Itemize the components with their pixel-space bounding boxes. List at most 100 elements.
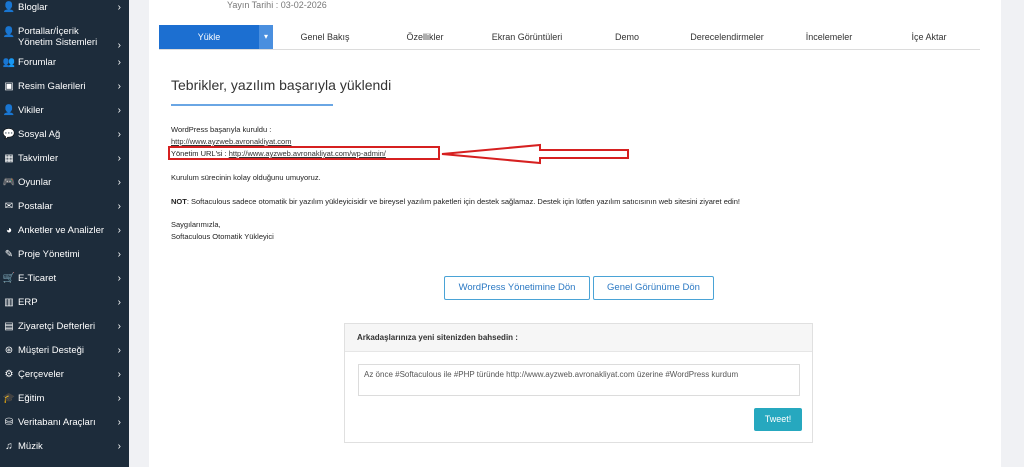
life-ring-icon: ⊛ — [4, 344, 14, 356]
tweet-button[interactable]: Tweet! — [754, 408, 802, 431]
envelope-icon: ✉ — [4, 200, 14, 212]
tab-genel-bakis[interactable]: Genel Bakış — [277, 25, 373, 49]
sidebar-item-sosyal-ag[interactable]: 💬 Sosyal Ağ › — [0, 122, 129, 146]
chevron-right-icon: › — [117, 368, 121, 380]
sidebar-item-muzik[interactable]: ♫ Müzik › — [0, 434, 129, 458]
site-url-link[interactable]: http://www.ayzweb.avronakliyat.com — [171, 137, 291, 146]
sidebar-item-label: Takvimler — [18, 152, 59, 164]
sidebar-item-label: Eğitim — [18, 392, 45, 404]
tab-ekran-goruntuleri[interactable]: Ekran Görüntüleri — [475, 25, 579, 49]
shopping-cart-icon: 🛒 — [2, 272, 16, 284]
sidebar-item-e-ticaret[interactable]: 🛒 E-Ticaret › — [0, 266, 129, 290]
sidebar-item-egitim[interactable]: 🎓 Eğitim › — [0, 386, 129, 410]
chevron-right-icon: › — [117, 176, 121, 188]
hope-text: Kurulum sürecinin kolay olduğunu umuyoru… — [171, 173, 321, 182]
chevron-right-icon: › — [117, 344, 121, 356]
database-icon: ⛁ — [4, 416, 14, 428]
sidebar-item-label: Müzik — [18, 440, 43, 452]
graduation-cap-icon: 🎓 — [2, 392, 16, 404]
sidebar-item-bloglar[interactable]: 👤 Bloglar › — [0, 0, 129, 14]
sidebar: 👤 Bloglar › 👤 Portallar/İçerik Yönetim S… — [0, 0, 129, 467]
sidebar-item-label: Bloglar — [18, 1, 48, 13]
publish-date: Yayın Tarihi : 03-02-2026 — [227, 0, 327, 10]
chevron-right-icon: › — [117, 200, 121, 212]
sidebar-item-label: Oyunlar — [18, 176, 52, 188]
sidebar-item-label: Anketler ve Analizler — [18, 224, 105, 236]
sidebar-item-postalar[interactable]: ✉ Postalar › — [0, 194, 129, 218]
sidebar-item-label: Müşteri Desteği — [18, 344, 84, 356]
sidebar-item-anketler[interactable]: ◕ Anketler ve Analizler › — [0, 218, 129, 242]
chevron-right-icon: › — [117, 440, 121, 452]
note-text: : Softaculous sadece otomatik bir yazılı… — [186, 197, 740, 206]
user-icon: 👤 — [2, 1, 16, 13]
edit-icon: ✎ — [4, 248, 14, 260]
chevron-right-icon: › — [117, 1, 121, 13]
share-panel: Arkadaşlarınıza yeni sitenizden bahsedin… — [344, 323, 813, 443]
tab-demo[interactable]: Demo — [579, 25, 675, 49]
chevron-right-icon: › — [117, 128, 121, 140]
sidebar-item-label: Proje Yönetimi — [18, 248, 80, 260]
sidebar-item-label: Postalar — [18, 200, 53, 212]
image-icon: ▣ — [4, 80, 14, 92]
book-icon: ▤ — [4, 320, 14, 332]
share-message-field[interactable]: Az önce #Softaculous ile #PHP türünde ht… — [358, 364, 800, 396]
user-icon: 👤 — [2, 104, 16, 116]
overview-button[interactable]: Genel Görünüme Dön — [593, 276, 714, 300]
cogs-icon: ⚙ — [4, 368, 14, 380]
tab-incelemeler[interactable]: İncelemeler — [781, 25, 877, 49]
signature-text: Softaculous Otomatik Yükleyici — [171, 232, 274, 241]
chevron-right-icon: › — [117, 272, 121, 284]
chevron-right-icon: › — [117, 56, 121, 68]
chevron-down-icon[interactable]: ▾ — [259, 25, 273, 49]
sidebar-item-label: ERP — [18, 296, 38, 308]
music-icon: ♫ — [5, 440, 13, 452]
note-label: NOT — [171, 197, 187, 206]
pie-chart-icon: ◕ — [5, 224, 13, 236]
sidebar-item-label: Sosyal Ağ — [18, 128, 61, 140]
sidebar-item-takvimler[interactable]: ▦ Takvimler › — [0, 146, 129, 170]
sidebar-item-forumlar[interactable]: 👥 Forumlar › — [0, 50, 129, 74]
chevron-right-icon: › — [117, 224, 121, 236]
sidebar-item-label: Resim Galerileri — [18, 80, 86, 92]
sidebar-item-proje-yonetimi[interactable]: ✎ Proje Yönetimi › — [0, 242, 129, 266]
wordpress-admin-button[interactable]: WordPress Yönetimine Dön — [444, 276, 590, 300]
comments-icon: 💬 — [2, 128, 16, 140]
users-icon: 👥 — [2, 56, 16, 68]
chevron-right-icon: › — [117, 248, 121, 260]
chevron-right-icon: › — [117, 320, 121, 332]
tab-yukle[interactable]: Yükle — [159, 25, 259, 49]
sidebar-item-resim-galerileri[interactable]: ▣ Resim Galerileri › — [0, 74, 129, 98]
sidebar-item-label: Forumlar — [18, 56, 57, 68]
tab-bar: Yükle ▾ Genel Bakış Özellikler Ekran Gör… — [159, 25, 980, 50]
bar-chart-icon: ▥ — [4, 296, 14, 308]
title-underline — [171, 104, 333, 106]
tab-ozellikler[interactable]: Özellikler — [377, 25, 473, 49]
sidebar-item-label: Ziyaretçi Defterleri — [18, 320, 96, 332]
sidebar-item-label: Veritabanı Araçları — [18, 416, 96, 428]
share-title: Arkadaşlarınıza yeni sitenizden bahsedin… — [357, 333, 518, 342]
tab-ice-aktar[interactable]: İçe Aktar — [881, 25, 977, 49]
sidebar-item-label: Portallar/İçerik Yönetim Sistemleri — [18, 26, 98, 48]
sidebar-item-musteri-destegi[interactable]: ⊛ Müşteri Desteği › — [0, 338, 129, 362]
calendar-icon: ▦ — [4, 152, 14, 164]
sidebar-item-oyunlar[interactable]: 🎮 Oyunlar › — [0, 170, 129, 194]
page-title: Tebrikler, yazılım başarıyla yüklendi — [171, 77, 392, 93]
chevron-right-icon: › — [117, 296, 121, 308]
sidebar-item-label: E-Ticaret — [18, 272, 57, 284]
chevron-right-icon: › — [117, 80, 121, 92]
chevron-right-icon: › — [117, 416, 121, 428]
chevron-right-icon: › — [117, 104, 121, 116]
sidebar-item-cerceveler[interactable]: ⚙ Çerçeveler › — [0, 362, 129, 386]
sidebar-item-veritabani-araclari[interactable]: ⛁ Veritabanı Araçları › — [0, 410, 129, 434]
annotation-arrow — [441, 143, 629, 165]
tab-derecelendirmeler[interactable]: Derecelendirmeler — [679, 25, 775, 49]
share-panel-header: Arkadaşlarınıza yeni sitenizden bahsedin… — [345, 324, 812, 352]
chevron-right-icon: › — [117, 152, 121, 164]
sidebar-item-label: Çerçeveler — [18, 368, 64, 380]
installed-label: WordPress başarıyla kuruldu : — [171, 125, 272, 134]
sidebar-item-erp[interactable]: ▥ ERP › — [0, 290, 129, 314]
gamepad-icon: 🎮 — [2, 176, 16, 188]
sidebar-item-ziyaretci-defterleri[interactable]: ▤ Ziyaretçi Defterleri › — [0, 314, 129, 338]
sidebar-item-vikiler[interactable]: 👤 Vikiler › — [0, 98, 129, 122]
sidebar-item-label: Vikiler — [18, 104, 44, 116]
